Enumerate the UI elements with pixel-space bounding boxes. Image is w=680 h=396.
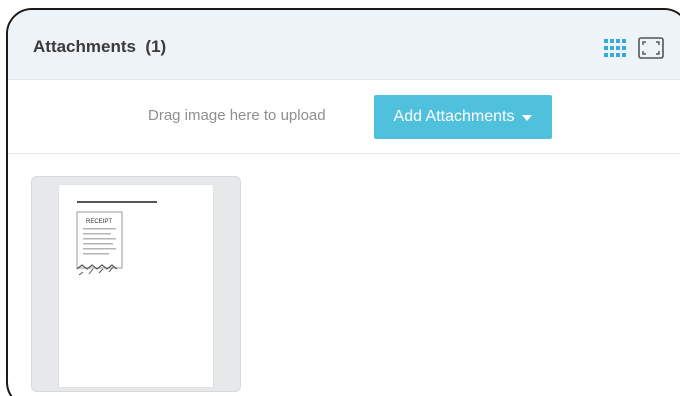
upload-row: Drag image here to upload Add Attachment… bbox=[8, 80, 680, 154]
receipt-heading: RECEIPT bbox=[86, 219, 112, 225]
add-attachments-button[interactable]: Add Attachments bbox=[374, 95, 552, 139]
attachments-title-text: Attachments bbox=[33, 37, 136, 56]
attachments-header: Attachments (1) bbox=[8, 10, 680, 80]
drag-drop-hint[interactable]: Drag image here to upload bbox=[148, 107, 326, 124]
attachment-thumbnail[interactable]: RECEIPT bbox=[31, 176, 241, 392]
grid-view-icon[interactable] bbox=[604, 39, 626, 57]
receipt-document-image: RECEIPT bbox=[76, 201, 157, 276]
caret-down-icon bbox=[522, 115, 533, 121]
attachment-page-preview: RECEIPT bbox=[59, 185, 213, 387]
attachments-panel: Attachments (1) Drag image here to uploa… bbox=[6, 8, 680, 396]
attachments-title: Attachments (1) bbox=[33, 37, 166, 57]
expand-icon[interactable] bbox=[638, 37, 664, 59]
add-attachments-label: Add Attachments bbox=[393, 108, 515, 125]
attachments-count: (1) bbox=[145, 37, 167, 56]
